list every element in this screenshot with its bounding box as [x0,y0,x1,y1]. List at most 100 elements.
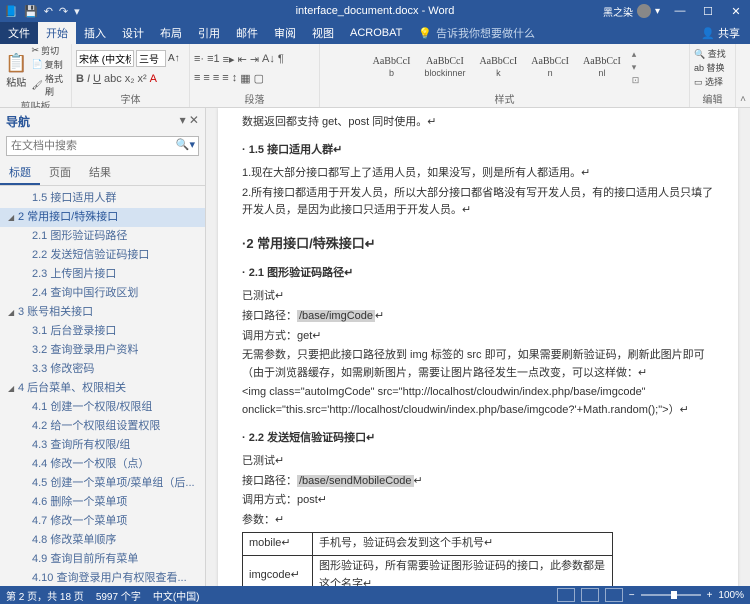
nav-tree-item[interactable]: 3.3 修改密码 [0,360,205,379]
tab-mailings[interactable]: 邮件 [228,22,266,44]
user-account[interactable]: 黑之染 ▾ [603,4,660,19]
strike-button[interactable]: abc [104,73,122,85]
nav-tree-item[interactable]: 4.8 修改菜单顺序 [0,531,205,550]
nav-tree-item[interactable]: 4.2 给一个权限组设置权限 [0,417,205,436]
align-right-button[interactable]: ≡ [213,72,219,85]
superscript-button[interactable]: x² [138,73,147,85]
borders-button[interactable]: ▢ [254,72,264,85]
indent-dec-button[interactable]: ⇤ [238,53,247,66]
search-icon[interactable]: 🔍▾ [176,138,195,151]
zoom-level[interactable]: 100% [718,590,744,601]
replace-button[interactable]: ab 替换 [694,61,725,74]
nav-tree-item[interactable]: 4.10 查询登录用户有权限查看... [0,569,205,586]
nav-tree-item[interactable]: 2.1 图形验证码路径 [0,227,205,246]
cut-button[interactable]: ✂剪切 [32,44,67,57]
subscript-button[interactable]: x₂ [125,73,135,85]
nav-tree-item[interactable]: 4.5 创建一个菜单项/菜单组（后... [0,474,205,493]
ribbon-options-icon[interactable]: ▾ [655,6,660,17]
zoom-slider[interactable] [641,594,701,596]
nav-tree-item[interactable]: 2.3 上传图片接口 [0,265,205,284]
undo-icon[interactable]: ↶ [44,5,53,18]
find-button[interactable]: 🔍 查找 [694,47,726,60]
collapse-ribbon-button[interactable]: ˄ [736,44,750,107]
nav-tab-pages[interactable]: 页面 [40,161,80,185]
tab-review[interactable]: 审阅 [266,22,304,44]
styles-more-button[interactable]: ▴▾⊡ [632,49,640,86]
tab-view[interactable]: 视图 [304,22,342,44]
zoom-out-button[interactable]: − [629,590,635,601]
nav-tree-item[interactable]: ◢4 后台菜单、权限相关 [0,379,205,398]
tab-references[interactable]: 引用 [190,22,228,44]
read-mode-button[interactable] [557,588,575,602]
font-name-select[interactable] [76,50,134,67]
grow-font-icon[interactable]: A↑ [168,53,180,64]
tab-design[interactable]: 设计 [114,22,152,44]
italic-button[interactable]: I [87,73,90,85]
nav-tab-results[interactable]: 结果 [80,161,120,185]
copy-button[interactable]: 📄复制 [32,58,67,71]
numbering-button[interactable]: ≡1 [207,53,220,66]
nav-tree-item[interactable]: 4.7 修改一个菜单项 [0,512,205,531]
underline-button[interactable]: U [93,73,101,85]
save-icon[interactable]: 💾 [24,5,38,18]
redo-icon[interactable]: ↷ [59,5,68,18]
line-spacing-button[interactable]: ↕ [232,72,238,85]
nav-tree-item[interactable]: ◢2 常用接口/特殊接口 [0,208,205,227]
nav-tree-item[interactable]: 4.1 创建一个权限/权限组 [0,398,205,417]
nav-tree-item[interactable]: 4.4 修改一个权限（点） [0,455,205,474]
nav-close-button[interactable]: ▾ ✕ [180,113,199,130]
word-count[interactable]: 5997 个字 [96,588,141,603]
nav-tree-item[interactable]: 2.4 查询中国行政区划 [0,284,205,303]
sort-button[interactable]: A↓ [262,53,275,66]
nav-tree-item[interactable]: 2.2 发送短信验证码接口 [0,246,205,265]
maximize-button[interactable]: ☐ [694,0,722,22]
bold-button[interactable]: B [76,73,84,85]
multilevel-button[interactable]: ≡▸ [223,53,235,66]
nav-tree-item[interactable]: ◢3 账号相关接口 [0,303,205,322]
tell-me[interactable]: 💡 告诉我你想要做什么 [410,22,535,44]
tab-acrobat[interactable]: ACROBAT [342,22,410,44]
format-painter-button[interactable]: 🖌格式刷 [32,72,67,98]
align-left-button[interactable]: ≡ [194,72,200,85]
nav-tree-item[interactable]: 3.1 后台登录接口 [0,322,205,341]
paste-button[interactable]: 📋 粘贴 [4,53,29,89]
quick-access-toolbar: 💾 ↶ ↷ ▾ [22,5,80,18]
nav-tree-item[interactable]: 4.9 查询目前所有菜单 [0,550,205,569]
align-center-button[interactable]: ≡ [203,72,209,85]
show-marks-button[interactable]: ¶ [278,53,284,66]
document-area[interactable]: 数据返回都支持 get、post 同时使用。↵ · 1.5 接口适用人群↵ 1.… [206,108,750,586]
qat-dropdown-icon[interactable]: ▾ [74,5,80,18]
nav-tree-item[interactable]: 4.3 查询所有权限/组 [0,436,205,455]
nav-tree-item[interactable]: 3.2 查询登录用户资料 [0,341,205,360]
web-layout-button[interactable] [605,588,623,602]
share-button[interactable]: 👤 共享 [691,22,750,44]
shading-button[interactable]: ▦ [240,72,250,85]
nav-tree-item[interactable]: 1.5 接口适用人群 [0,189,205,208]
style-item[interactable]: AaBbCcIk [476,54,520,81]
share-icon: 👤 [701,27,715,40]
style-item[interactable]: AaBbCcIblockinner [421,54,468,81]
tab-home[interactable]: 开始 [38,22,76,44]
font-color-button[interactable]: A [150,73,157,85]
indent-inc-button[interactable]: ⇥ [250,53,259,66]
nav-tree-item[interactable]: 4.6 删除一个菜单项 [0,493,205,512]
nav-tab-headings[interactable]: 标题 [0,161,40,185]
bullets-button[interactable]: ≡· [194,53,204,66]
style-item[interactable]: AaBbCcIb [370,54,414,81]
nav-search-input[interactable] [6,136,199,156]
zoom-in-button[interactable]: + [707,590,713,601]
tab-layout[interactable]: 布局 [152,22,190,44]
select-button[interactable]: ▭ 选择 [694,75,723,88]
style-item[interactable]: AaBbCcInl [580,54,624,81]
tab-file[interactable]: 文件 [0,22,38,44]
body-text: <img class="autoImgCode" src="http://loc… [242,384,714,419]
font-size-select[interactable] [136,50,166,67]
language[interactable]: 中文(中国) [153,588,200,603]
style-item[interactable]: AaBbCcIn [528,54,572,81]
print-layout-button[interactable] [581,588,599,602]
page-count[interactable]: 第 2 页，共 18 页 [6,588,84,603]
close-button[interactable]: ✕ [722,0,750,22]
tab-insert[interactable]: 插入 [76,22,114,44]
minimize-button[interactable]: — [666,0,694,22]
justify-button[interactable]: ≡ [222,72,228,85]
